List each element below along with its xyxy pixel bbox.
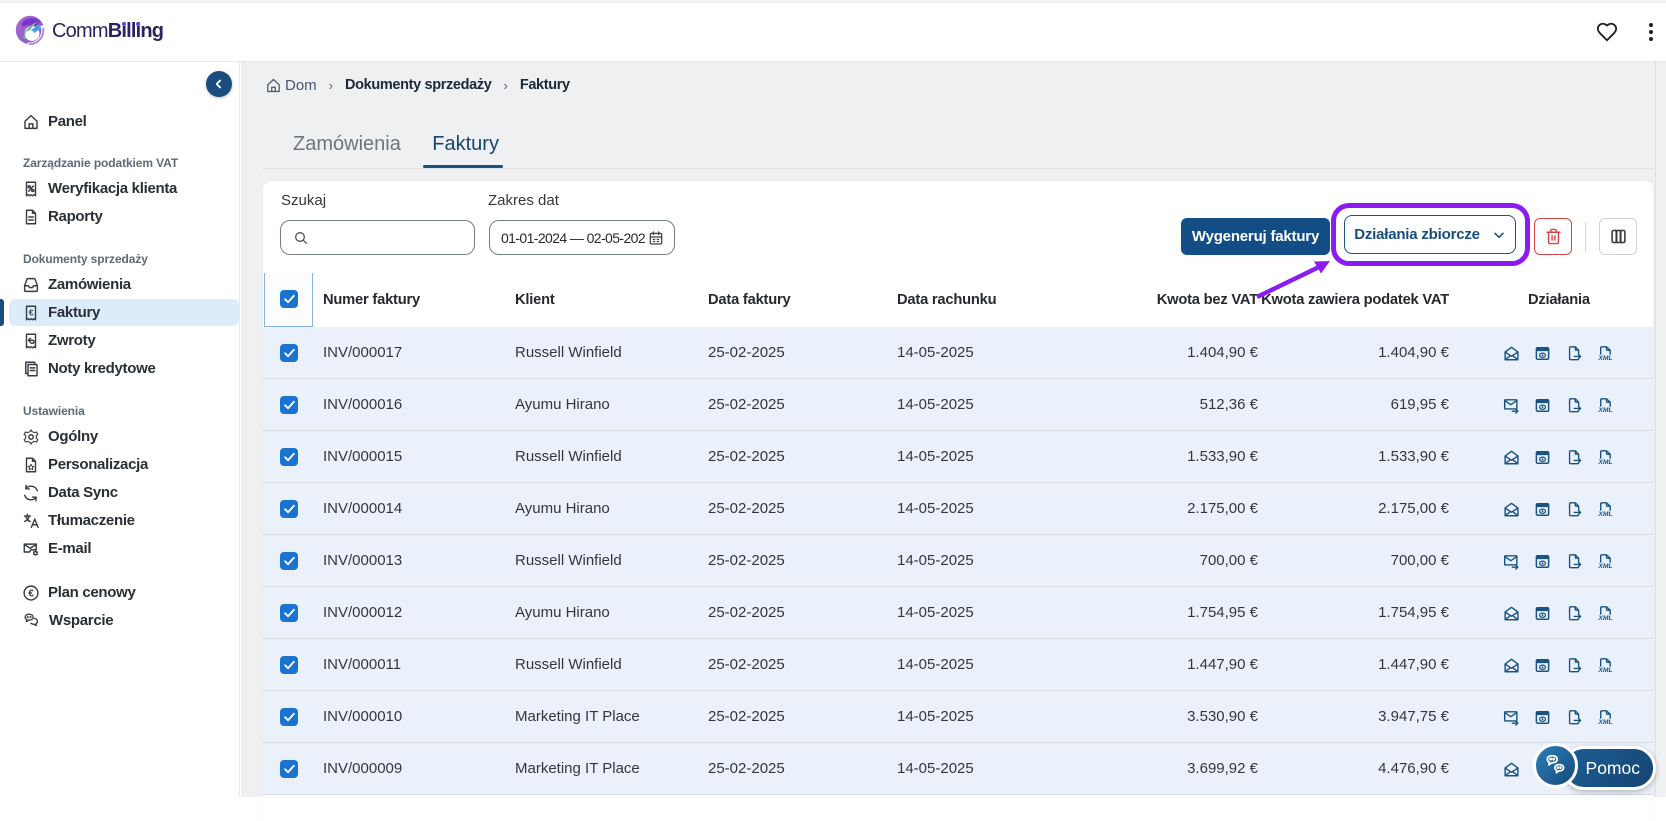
svg-text:XML: XML bbox=[1598, 459, 1613, 466]
svg-text:XML: XML bbox=[1598, 667, 1613, 674]
svg-text:XML: XML bbox=[1598, 511, 1613, 518]
svg-text:XML: XML bbox=[1598, 615, 1613, 622]
svg-text:€: € bbox=[29, 308, 34, 317]
svg-text:XML: XML bbox=[1598, 407, 1613, 414]
svg-text:XML: XML bbox=[1598, 719, 1613, 726]
svg-text:XML: XML bbox=[1598, 563, 1613, 570]
svg-text:XML: XML bbox=[1598, 355, 1613, 362]
svg-text:€: € bbox=[28, 588, 34, 599]
